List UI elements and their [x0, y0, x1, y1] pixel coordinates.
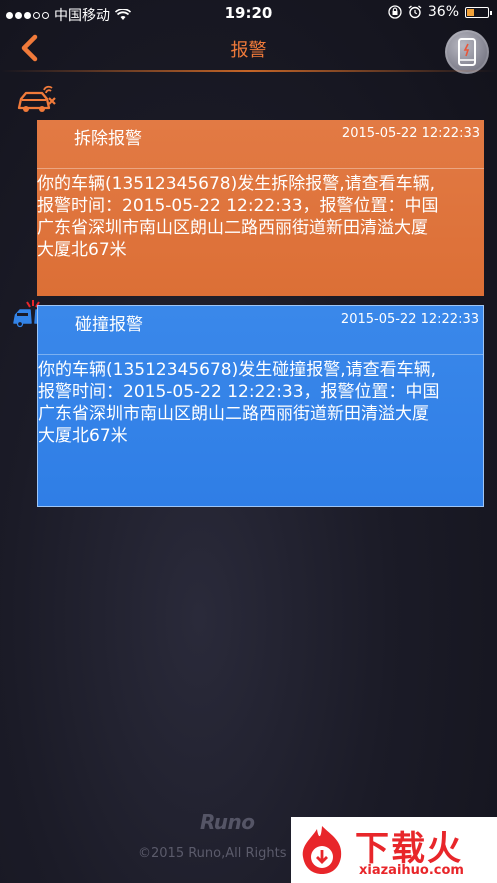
alert-message-line: 大厦北67米 — [38, 426, 128, 446]
alarm-clock-icon — [408, 5, 422, 19]
watermark-domain: xiazaihuo.com — [359, 863, 464, 878]
alert-card-header: 碰撞报警 2015-05-22 12:22:33 — [38, 306, 483, 355]
alert-card-header: 拆除报警 2015-05-22 12:22:33 — [37, 120, 484, 169]
alert-message-line: 报警时间：2015-05-22 12:22:33，报警位置：中国 — [37, 196, 439, 216]
alert-message-line: 报警时间：2015-05-22 12:22:33，报警位置：中国 — [38, 382, 440, 402]
flame-logo-icon — [302, 826, 342, 874]
car-removal-alarm-icon — [17, 85, 56, 112]
alert-message-line: 大厦北67米 — [37, 240, 127, 260]
alert-title: 拆除报警 — [74, 129, 142, 149]
alert-title: 碰撞报警 — [75, 315, 143, 335]
page-title: 报警 — [230, 40, 267, 61]
phone-button[interactable] — [445, 30, 489, 74]
alert-card-collision[interactable]: 碰撞报警 2015-05-22 12:22:33 你的车辆(1351234567… — [37, 305, 484, 507]
battery-percent: 36% — [427, 4, 459, 20]
alert-time: 2015-05-22 12:22:33 — [341, 126, 480, 141]
battery-icon — [465, 6, 492, 18]
nav-bar: 报警 — [0, 26, 497, 74]
alert-message-line: 你的车辆(13512345678)发生碰撞报警,请查看车辆, — [38, 360, 437, 380]
alert-message-line: 广东省深圳市南山区朗山二路西丽街道新田清溢大厦 — [38, 404, 429, 424]
alert-message-line: 广东省深圳市南山区朗山二路西丽街道新田清溢大厦 — [37, 218, 428, 238]
battery-fill — [467, 8, 475, 16]
brand-logo: Runo — [200, 810, 255, 834]
status-right: 36% — [388, 4, 492, 20]
phone-icon — [458, 38, 476, 66]
alert-message: 你的车辆(13512345678)发生碰撞报警,请查看车辆, 报警时间：2015… — [38, 355, 483, 447]
alert-message-line: 你的车辆(13512345678)发生拆除报警,请查看车辆, — [37, 174, 436, 194]
alert-time: 2015-05-22 12:22:33 — [340, 312, 479, 327]
alert-message: 你的车辆(13512345678)发生拆除报警,请查看车辆, 报警时间：2015… — [37, 169, 484, 261]
status-bar: 中国移动 19:20 36% — [0, 0, 497, 26]
alert-card-removal[interactable]: 拆除报警 2015-05-22 12:22:33 你的车辆(1351234567… — [37, 120, 484, 296]
rotation-lock-icon — [388, 5, 402, 19]
copyright-text: ©2015 Runo,All Rights — [138, 846, 287, 861]
nav-bar-glow — [0, 70, 497, 72]
watermark-banner: 下载火 xiazaihuo.com — [291, 817, 497, 883]
